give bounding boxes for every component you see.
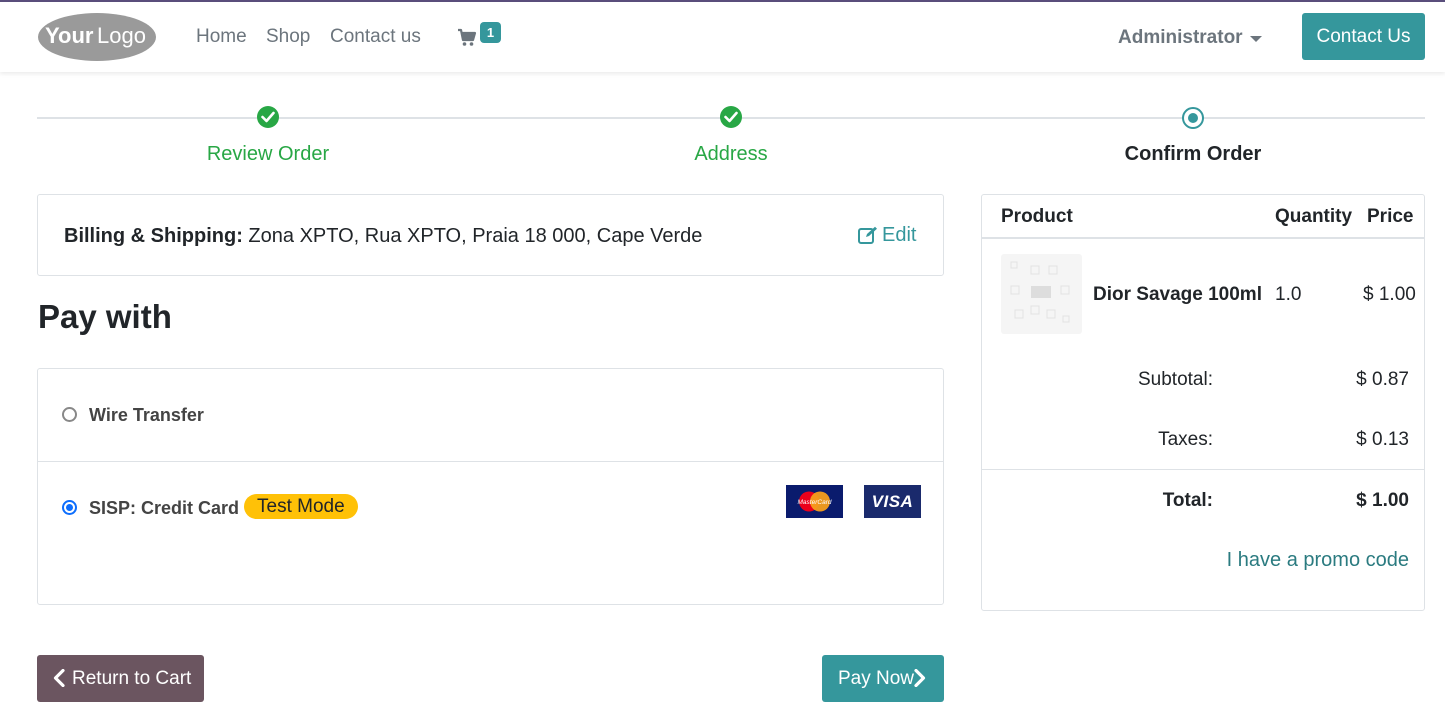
svg-text:Logo: Logo [97,23,146,48]
return-to-cart-button[interactable]: Return to Cart [37,655,204,702]
billing-shipping-card: Billing & Shipping: Zona XPTO, Rua XPTO,… [37,194,944,276]
pay-now-label: Pay Now [838,668,915,689]
step-address[interactable]: Address [611,143,851,166]
subtotal-label: Subtotal: [1138,369,1213,390]
wire-transfer-label[interactable]: Wire Transfer [89,405,204,426]
taxes-value: $ 0.13 [1356,429,1409,450]
column-price: Price [1367,206,1414,227]
credit-card-label[interactable]: SISP: Credit Card [89,498,239,519]
caret-down-icon[interactable] [1250,36,1262,42]
billing-label: Billing & Shipping: [64,225,243,247]
current-step-dot-icon [1182,107,1204,129]
nav-contact-link[interactable]: Contact us [330,26,421,48]
shopping-cart-icon[interactable] [457,28,477,48]
nav-home-link[interactable]: Home [196,26,247,48]
promo-code-link[interactable]: I have a promo code [1182,549,1409,572]
total-label: Total: [1162,490,1213,511]
edit-address-link[interactable]: Edit [858,224,916,247]
return-to-cart-label: Return to Cart [72,668,192,689]
summary-header: Product Quantity Price [982,195,1424,239]
credit-card-radio[interactable] [62,500,77,515]
payment-methods-card: Wire Transfer SISP: Credit Card Test Mod… [37,368,944,605]
pay-now-button[interactable]: Pay Now [822,655,944,702]
column-product: Product [1001,206,1073,227]
summary-divider [982,469,1424,470]
product-price: $ 1.00 [1363,284,1416,305]
mastercard-icon: MasterCard [786,485,843,518]
billing-address-value: Zona XPTO, Rua XPTO, Praia 18 000, Cape … [248,225,703,247]
visa-icon: VISA [864,485,921,518]
user-menu[interactable]: Administrator [1118,27,1243,49]
step-confirm-order: Confirm Order [1124,143,1262,165]
nav-shop-link[interactable]: Shop [266,26,310,48]
wire-transfer-radio[interactable] [62,407,77,422]
pay-with-heading: Pay with [38,298,172,335]
column-quantity: Quantity [1275,206,1353,227]
subtotal-value: $ 0.87 [1356,369,1409,390]
contact-us-button[interactable]: Contact Us [1302,13,1425,60]
taxes-label: Taxes: [1158,429,1213,450]
chevron-right-icon [914,669,926,687]
test-mode-badge: Test Mode [244,494,358,519]
chevron-left-icon [53,669,65,687]
edit-icon [858,226,877,244]
total-value: $ 1.00 [1356,490,1409,511]
edit-label: Edit [882,224,917,246]
site-logo[interactable]: Your Logo [37,12,157,62]
cart-count-badge: 1 [480,22,501,43]
check-circle-icon [257,106,279,128]
product-quantity: 1.0 [1275,284,1302,305]
product-name[interactable]: Dior Savage 100ml [1093,284,1262,306]
mastercard-text: MasterCard [798,499,832,506]
billing-address: Billing & Shipping: Zona XPTO, Rua XPTO,… [64,225,702,248]
step-review-order[interactable]: Review Order [148,143,388,166]
product-image[interactable] [1001,254,1082,334]
top-navbar: Your Logo Home Shop Contact us 1 Adminis… [0,2,1445,72]
visa-text: VISA [871,492,914,511]
check-circle-icon [720,106,742,128]
svg-text:Your: Your [45,23,94,48]
order-summary: Product Quantity Price Dior Savage 100ml… [981,194,1425,611]
